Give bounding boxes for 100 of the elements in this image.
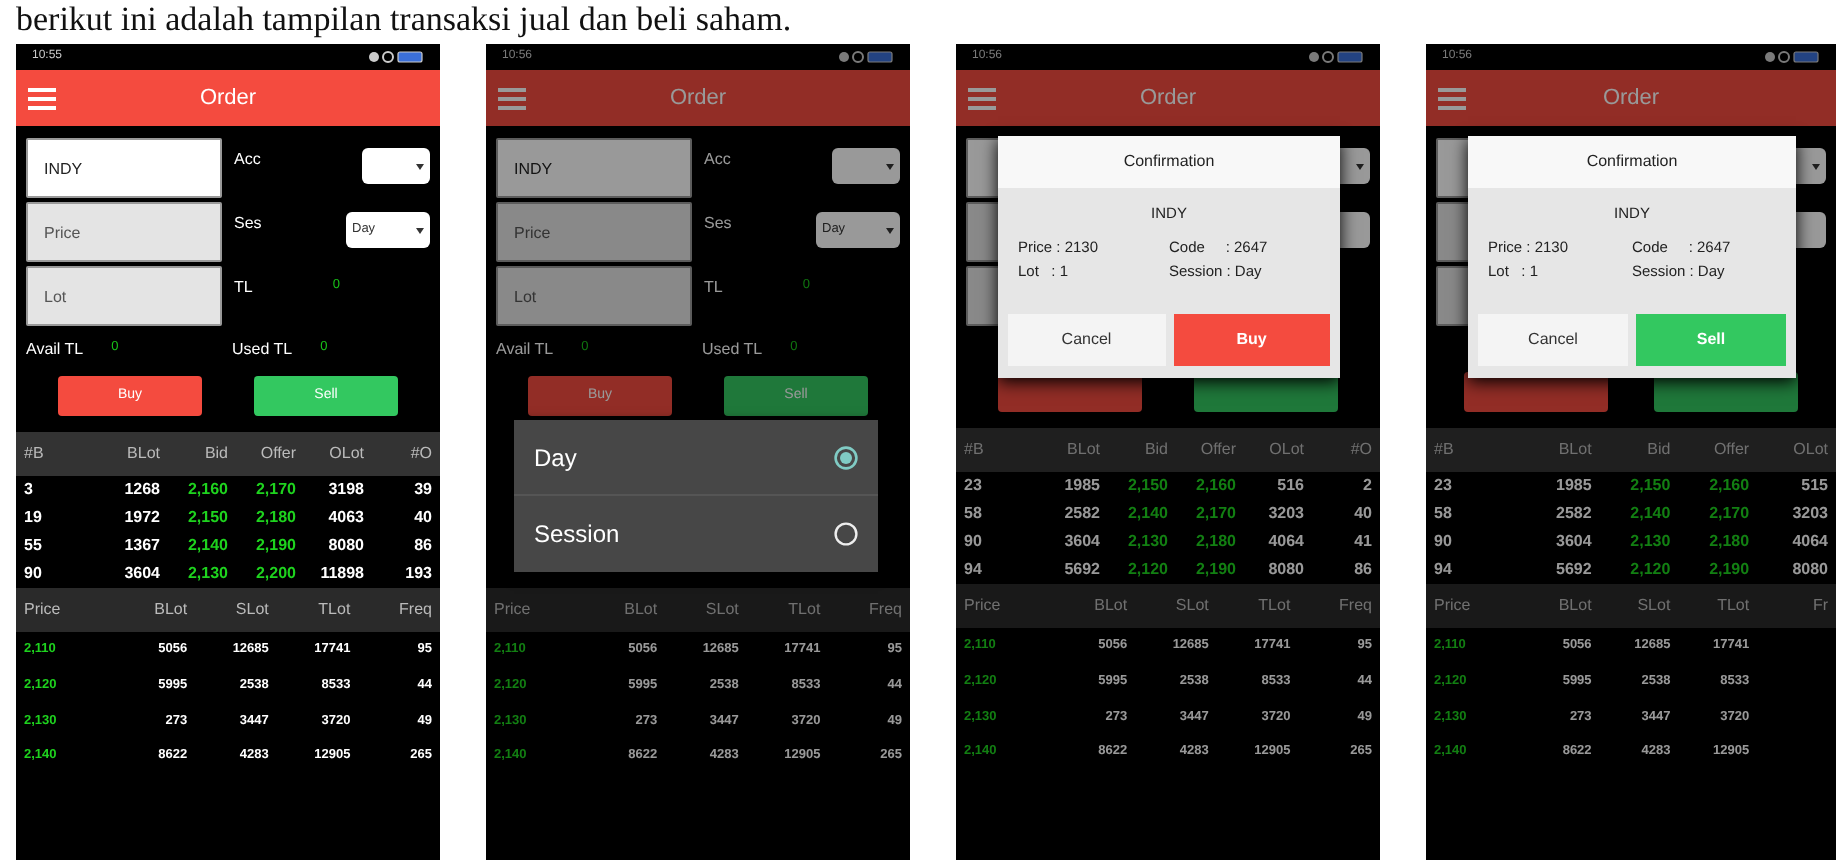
table-cell-text: 90 — [24, 562, 44, 586]
caret-icon — [1812, 163, 1820, 169]
field-label: Used TL — [702, 338, 763, 362]
table-cell-text: 94 — [964, 558, 984, 582]
column-header: #B — [24, 442, 46, 466]
cancel-button[interactable]: Cancel — [1008, 313, 1165, 366]
table-cell-text: 8080 — [326, 534, 364, 558]
symbol-field[interactable]: INDY — [496, 138, 692, 198]
column-header: Price — [1434, 594, 1473, 618]
column-header: Bid — [202, 442, 228, 466]
column-header: Freq — [1337, 594, 1372, 618]
table-cell-text: 40 — [1352, 502, 1372, 526]
menu-icon[interactable] — [498, 87, 526, 109]
column-header: BLot — [1556, 594, 1592, 618]
table-cell-text: 11898 — [318, 562, 364, 586]
table-cell-text: 90 — [1434, 530, 1454, 554]
table-cell-text: 39 — [412, 478, 432, 502]
table-cell-text: 86 — [1352, 558, 1372, 582]
lot-field[interactable]: Lot — [26, 266, 222, 326]
dialog-title: Confirmation — [998, 136, 1340, 188]
table-cell-text: 2,150 — [1125, 474, 1168, 498]
table-cell-text: 1985 — [1062, 474, 1100, 498]
column-header: Price — [24, 598, 63, 622]
table-cell-text: 2,120 — [1125, 558, 1168, 582]
column-header: SLot — [233, 598, 269, 622]
table-cell-text: 4064 — [1266, 530, 1304, 554]
table-cell-text: 8080 — [1266, 558, 1304, 582]
table-cell-text: 5692 — [1062, 558, 1100, 582]
column-header: TLot — [1715, 594, 1750, 618]
column-header: Freq — [867, 598, 902, 622]
column-header: TLot — [786, 598, 821, 622]
lot-field[interactable]: Lot — [496, 266, 692, 326]
radio-checked-icon — [834, 445, 858, 469]
table-cell-text: 23 — [964, 474, 984, 498]
table-cell-text: 1268 — [122, 478, 160, 502]
table-cell-text: 55 — [24, 534, 44, 558]
caption-text: berikut ini adalah tampilan transaksi jual dan beli saham. — [14, 0, 794, 42]
menu-icon[interactable] — [1438, 87, 1466, 109]
table-cell-text: 3198 — [326, 478, 364, 502]
table-cell-text: 2,170 — [1193, 502, 1236, 526]
menu-item[interactable]: Session — [514, 496, 878, 572]
table-cell-text: 1367 — [122, 534, 160, 558]
table-cell-text: 3604 — [1554, 530, 1592, 554]
field-label: Avail TL — [496, 338, 554, 362]
menu-icon[interactable] — [968, 87, 996, 109]
account-select[interactable] — [362, 148, 430, 184]
table-cell-text: 19 — [24, 506, 44, 530]
confirm-button[interactable]: Buy — [1173, 313, 1330, 366]
symbol-field[interactable]: INDY — [26, 138, 222, 198]
table-cell-text: 3203 — [1790, 502, 1828, 526]
table-cell-text: 3203 — [1266, 502, 1304, 526]
table-cell-text: 4063 — [326, 506, 364, 530]
column-header: BLot — [1092, 594, 1128, 618]
column-header: #O — [1348, 438, 1372, 462]
field-label: TL — [234, 276, 253, 300]
menu-item[interactable]: Day — [514, 420, 878, 496]
table-cell-text: 40 — [412, 506, 432, 530]
price-field[interactable]: Price — [496, 202, 692, 262]
table-cell-text: 2,180 — [1193, 530, 1236, 554]
field-label: Acc — [234, 148, 261, 172]
table-cell-text: 2,180 — [1707, 530, 1750, 554]
column-header: BLot — [125, 442, 160, 466]
table-cell-text: 58 — [1434, 502, 1454, 526]
table-cell-text: 2,120 — [1628, 558, 1671, 582]
table-cell-text: 2,160 — [185, 478, 228, 502]
table-cell-text: 1972 — [122, 506, 160, 530]
status-icons — [838, 50, 894, 64]
table-cell-text: 94 — [1434, 558, 1454, 582]
field-label: Avail TL — [26, 338, 84, 362]
column-header: Offer — [258, 442, 296, 466]
table-cell-text: 2,130 — [1125, 530, 1168, 554]
field-label: TL — [704, 276, 723, 300]
column-header: Bid — [1645, 438, 1671, 462]
account-select[interactable] — [832, 148, 900, 184]
caret-icon — [416, 227, 424, 233]
column-header: BLot — [622, 598, 658, 622]
column-header: Freq — [397, 598, 432, 622]
menu-icon[interactable] — [28, 87, 56, 109]
column-header: Offer — [1711, 438, 1750, 462]
column-header: #B — [1434, 438, 1456, 462]
table-cell-text: 5692 — [1554, 558, 1592, 582]
price-field[interactable]: Price — [26, 202, 222, 262]
table-cell-text: 2,160 — [1707, 474, 1750, 498]
table-cell-text: 2,150 — [1628, 474, 1671, 498]
table-cell-text: 2,140 — [1125, 502, 1168, 526]
cancel-button[interactable]: Cancel — [1478, 313, 1628, 366]
status-icons — [1308, 50, 1364, 64]
screen-title: Order — [667, 83, 729, 114]
table-cell-text: 515 — [1799, 474, 1828, 498]
table-cell-text: 2,160 — [1193, 474, 1236, 498]
screen-title: Order — [1137, 83, 1199, 114]
table-cell-text: 86 — [412, 534, 432, 558]
table-cell-text: 58 — [964, 502, 984, 526]
caret-icon — [886, 163, 894, 169]
table-cell-text: 2 — [1361, 474, 1372, 498]
table-cell-text: 4064 — [1790, 530, 1828, 554]
column-header: TLot — [1256, 594, 1291, 618]
table-cell-text: 2,150 — [185, 506, 228, 530]
table-cell-text: 2,190 — [253, 534, 296, 558]
column-header: OLot — [327, 442, 364, 466]
